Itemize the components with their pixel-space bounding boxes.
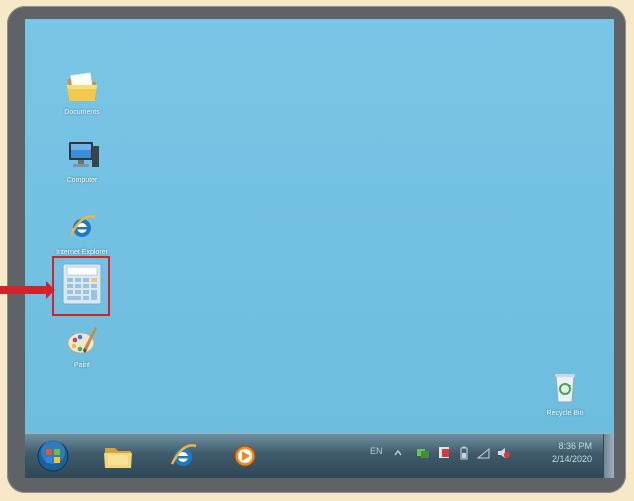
paint-icon xyxy=(62,322,102,358)
flag-icon[interactable] xyxy=(437,446,451,460)
show-desktop-button[interactable] xyxy=(603,434,614,478)
desktop-icon-label: Recycle Bin xyxy=(546,410,584,417)
internet-explorer-icon xyxy=(170,444,197,466)
volume-icon[interactable] xyxy=(497,446,511,460)
recycle-bin-icon xyxy=(545,370,585,406)
internet-explorer-icon xyxy=(62,209,102,245)
start-button[interactable] xyxy=(33,439,73,473)
desktop[interactable]: Documents Computer Internet Explorer Pai… xyxy=(25,19,614,433)
desktop-icon-label: Documents xyxy=(64,109,100,116)
start-orb-icon xyxy=(37,440,69,472)
desktop-icon-recycle-bin[interactable]: Recycle Bin xyxy=(525,370,605,418)
pointer-arrow-shaft xyxy=(0,286,50,294)
battery-icon[interactable] xyxy=(459,446,469,460)
computer-icon xyxy=(62,137,102,173)
chevron-up-icon[interactable] xyxy=(393,446,403,460)
taskbar-media-player-button[interactable] xyxy=(225,439,265,473)
desktop-icon-computer[interactable]: Computer xyxy=(42,137,122,185)
clock-date: 2/14/2020 xyxy=(551,454,592,464)
clock-time: 8:36 PM xyxy=(558,441,592,451)
signal-icon[interactable] xyxy=(476,446,491,460)
documents-folder-icon xyxy=(62,69,102,105)
desktop-icon-internet-explorer[interactable]: Internet Explorer xyxy=(42,209,122,257)
desktop-icon-paint[interactable]: Paint xyxy=(42,322,122,370)
desktop-icon-label: Paint xyxy=(74,362,90,369)
network-icon[interactable] xyxy=(416,446,430,460)
media-player-icon xyxy=(234,445,256,467)
desktop-icon-documents[interactable]: Documents xyxy=(42,69,122,117)
taskbar-internet-explorer-button[interactable] xyxy=(163,439,203,473)
pointer-arrow-icon xyxy=(46,281,55,299)
selection-highlight-box xyxy=(52,256,110,316)
desktop-icon-label: Computer xyxy=(66,177,98,184)
taskbar: EN 8:36 PM 2/14/2020 xyxy=(25,433,614,478)
language-indicator[interactable]: EN xyxy=(370,446,383,460)
explorer-folder-icon xyxy=(104,448,132,468)
system-clock[interactable]: 8:36 PM 2/14/2020 xyxy=(552,440,592,466)
taskbar-explorer-button[interactable] xyxy=(98,439,138,473)
